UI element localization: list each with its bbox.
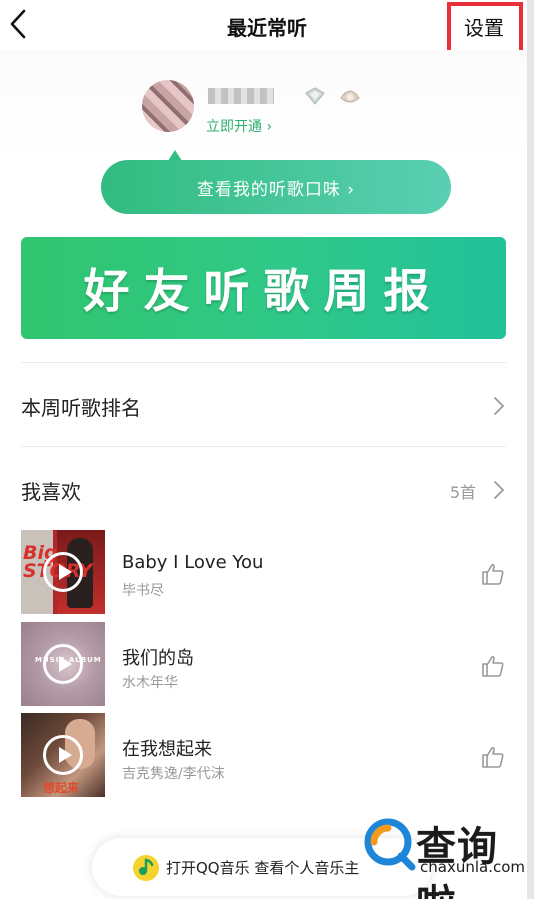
chevron-right-icon[interactable] xyxy=(493,396,505,416)
song-artist: 毕书尽 xyxy=(122,583,164,599)
song-title: 我们的岛 xyxy=(122,648,194,669)
album-cover[interactable]: MUSIC ALBUM xyxy=(21,622,105,706)
likes-count: 5首 xyxy=(449,483,476,502)
song-title: Baby I Love You xyxy=(122,552,264,573)
open-app-text: 打开QQ音乐 查看个人音乐主 xyxy=(166,859,360,877)
watermark: 查询啦 chaxunla.com xyxy=(360,808,526,899)
weekly-ranking-row[interactable]: 本周听歌排名 xyxy=(21,392,141,421)
chevron-right-icon[interactable] xyxy=(493,480,505,500)
scrollbar[interactable] xyxy=(527,0,534,899)
song-list-item[interactable]: MUSIC ALBUM 我们的岛 水木年华 xyxy=(21,622,511,708)
song-list-item[interactable]: Big STORY Baby I Love You 毕书尽 xyxy=(21,530,511,616)
nickname-blurred xyxy=(208,88,274,104)
divider xyxy=(21,446,506,447)
level-badge-icon[interactable] xyxy=(339,86,361,106)
song-list-item[interactable]: 想起来 在我想起来 吉克隽逸/李代沫 xyxy=(21,713,511,799)
avatar[interactable] xyxy=(142,80,194,132)
play-icon[interactable] xyxy=(43,644,83,684)
listening-taste-button[interactable]: 查看我的听歌口味 › xyxy=(101,160,451,214)
vip-open-link[interactable]: 立即开通 › xyxy=(206,116,272,136)
friends-weekly-report-banner[interactable]: 好友听歌周报 xyxy=(21,237,506,339)
thumbs-up-icon[interactable] xyxy=(481,745,505,769)
song-artist: 吉克隽逸/李代沫 xyxy=(122,766,225,782)
watermark-cn: 查询啦 xyxy=(416,824,498,899)
vip-badge-icon[interactable] xyxy=(303,86,327,106)
album-cover[interactable]: Big STORY xyxy=(21,530,105,614)
divider xyxy=(21,362,506,363)
play-icon[interactable] xyxy=(43,735,83,775)
watermark-en: chaxunla.com xyxy=(420,858,525,876)
album-cover-text: 想起来 xyxy=(43,781,80,795)
profile-section: 立即开通 › xyxy=(0,50,527,160)
album-cover[interactable]: 想起来 xyxy=(21,713,105,797)
search-logo-icon xyxy=(364,818,416,871)
my-likes-row[interactable]: 我喜欢 xyxy=(21,476,81,505)
qq-music-icon xyxy=(133,855,159,881)
weekly-banner-text: 好友听歌周报 xyxy=(83,264,444,318)
play-icon[interactable] xyxy=(43,552,83,592)
thumbs-up-icon[interactable] xyxy=(481,654,505,678)
song-title: 在我想起来 xyxy=(122,739,212,760)
song-artist: 水木年华 xyxy=(122,675,178,691)
thumbs-up-icon[interactable] xyxy=(481,562,505,586)
